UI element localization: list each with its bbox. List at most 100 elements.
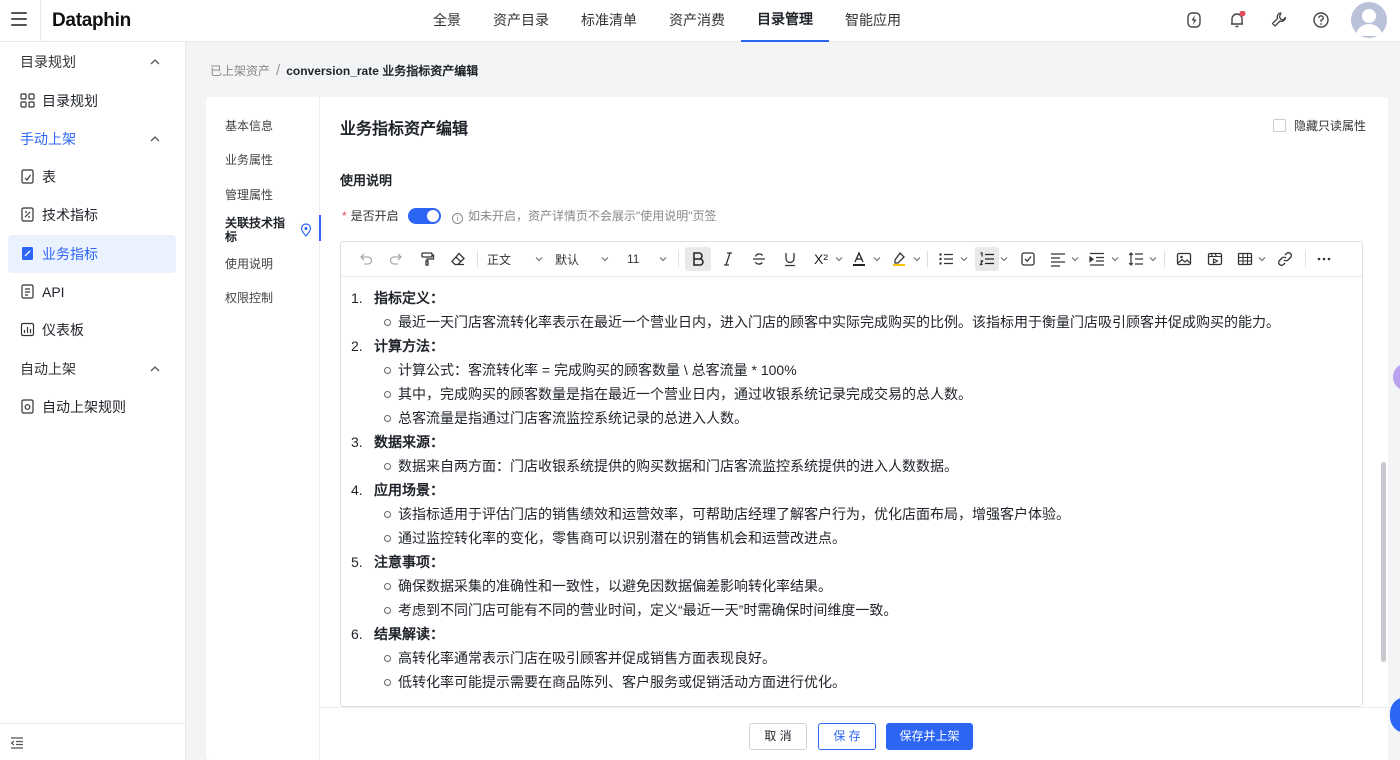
top-nav: 全景 资产目录 标准清单 资产消费 目录管理 智能应用	[417, 0, 917, 42]
list-item-title: 结果解读：	[374, 626, 444, 642]
bullet-list-icon[interactable]	[935, 250, 957, 268]
bullet-item: 低转化率可能提示需要在商品陈列、客户服务或促销活动方面进行优化。	[351, 670, 1352, 694]
anchor-management-attr[interactable]: 管理属性	[225, 188, 273, 202]
bullet-item: 该指标适用于评估门店的销售绩效和运营效率，可帮助店经理了解客户行为，优化店面布局…	[351, 502, 1352, 526]
chevron-down-icon	[960, 257, 968, 262]
sidebar-item-tech-metric[interactable]: 技术指标	[8, 196, 176, 234]
chevron-down-icon	[1258, 257, 1266, 262]
toolbar-divider	[927, 251, 928, 267]
checkbox-box[interactable]	[1273, 119, 1286, 132]
anchor-related-tech-metric[interactable]: 关联技术指标	[225, 216, 287, 244]
italic-icon[interactable]	[717, 250, 739, 268]
checklist-icon[interactable]	[1017, 250, 1039, 268]
table-icon[interactable]	[1234, 250, 1256, 268]
assistant-float-tab[interactable]	[1393, 363, 1400, 391]
sidebar-group-label: 自动上架	[20, 361, 76, 377]
sidebar-item-catalog-planning[interactable]: 目录规划	[8, 82, 176, 120]
nav-overview[interactable]: 全景	[417, 0, 477, 42]
sidebar-group-auto-listing[interactable]: 自动上架	[0, 350, 186, 388]
anchor-usage-notes[interactable]: 使用说明	[225, 257, 273, 271]
nav-catalog-management[interactable]: 目录管理	[741, 0, 829, 42]
page-scrollbar[interactable]	[1381, 462, 1386, 662]
sidebar-item-label: 业务指标	[42, 246, 98, 262]
superscript-label: X²	[814, 251, 828, 267]
font-color-icon[interactable]	[848, 250, 870, 268]
ordered-list-icon[interactable]	[975, 247, 999, 271]
switch-hint-text: 如未开启，资产详情页不会展示"使用说明"页签	[468, 209, 717, 223]
sidebar-item-api[interactable]: API	[8, 273, 176, 311]
image-icon[interactable]	[1173, 250, 1195, 268]
list-item: 5. 注意事项：	[351, 550, 1352, 574]
enable-toggle[interactable]	[408, 208, 441, 224]
save-button[interactable]: 保 存	[818, 723, 876, 750]
nav-standard-list[interactable]: 标准清单	[565, 0, 653, 42]
ordered-list: 1. 指标定义： 最近一天门店客流转化率表示在最近一个营业日内，进入门店的顾客中实…	[351, 286, 1352, 694]
divider	[40, 0, 41, 42]
redo-icon[interactable]	[385, 250, 407, 268]
sidebar-group-manual-listing[interactable]: 手动上架	[0, 120, 186, 158]
sidebar-item-business-metric[interactable]: 业务指标	[8, 235, 176, 273]
sidebar-item-dashboard[interactable]: 仪表板	[8, 311, 176, 349]
bullet-item: 考虑到不同门店可能有不同的营业时间，定义“最近一天”时需确保时间维度一致。	[351, 598, 1352, 622]
list-item: 4. 应用场景：	[351, 478, 1352, 502]
wrench-icon[interactable]	[1270, 11, 1288, 29]
anchor-basic-info[interactable]: 基本信息	[225, 119, 273, 133]
breadcrumb-parent[interactable]: 已上架资产	[210, 64, 270, 78]
hide-readonly-checkbox[interactable]: 隐藏只读属性	[1273, 117, 1366, 134]
format-painter-icon[interactable]	[416, 250, 438, 268]
chevron-down-icon	[835, 257, 843, 262]
undo-icon[interactable]	[355, 250, 377, 268]
save-and-publish-button[interactable]: 保存并上架	[886, 723, 973, 750]
sidebar-item-auto-rule[interactable]: 自动上架规则	[8, 388, 176, 426]
font-size-select[interactable]: 11	[627, 250, 677, 268]
font-family-value: 默认	[555, 252, 580, 267]
link-icon[interactable]	[1274, 250, 1296, 268]
logo[interactable]: Dataphin	[52, 10, 131, 32]
anchor-nav: 基本信息 业务属性 管理属性 关联技术指标 使用说明 权限控制	[206, 97, 321, 760]
nav-smart-apps[interactable]: 智能应用	[829, 0, 917, 42]
bell-icon[interactable]	[1228, 11, 1246, 29]
nav-asset-consumption[interactable]: 资产消费	[653, 0, 741, 42]
collapse-sidebar-icon[interactable]	[10, 736, 24, 750]
indent-icon[interactable]	[1086, 250, 1108, 268]
list-number: 2.	[351, 338, 363, 354]
chevron-down-icon	[1111, 257, 1119, 262]
help-icon[interactable]	[1312, 11, 1330, 29]
enable-switch-row: * 是否开启 i 如未开启，资产详情页不会展示"使用说明"页签	[342, 208, 717, 224]
chevron-down-icon	[873, 257, 881, 262]
sidebar-group-catalog-planning[interactable]: 目录规划	[0, 43, 186, 81]
superscript-button[interactable]: X²	[809, 250, 833, 268]
bold-icon[interactable]	[685, 247, 711, 271]
bullet-item: 其中，完成购买的顾客数量是指在最近一个营业日内，通过收银系统记录完成交易的总人数…	[351, 382, 1352, 406]
top-bar: Dataphin 全景 资产目录 标准清单 资产消费 目录管理 智能应用	[0, 0, 1400, 42]
help-float-button[interactable]	[1390, 697, 1400, 733]
toolbar-divider	[678, 251, 679, 267]
list-item: 6. 结果解读：	[351, 622, 1352, 646]
menu-icon[interactable]	[11, 12, 27, 26]
list-item-title: 计算方法：	[374, 338, 444, 354]
list-number: 4.	[351, 482, 363, 498]
align-left-icon[interactable]	[1047, 250, 1069, 268]
lightning-icon[interactable]	[1185, 11, 1203, 29]
nav-asset-catalog[interactable]: 资产目录	[477, 0, 565, 42]
list-item-title: 指标定义：	[374, 290, 444, 306]
sidebar-item-label: API	[42, 284, 65, 300]
avatar[interactable]	[1351, 2, 1387, 38]
editor-content[interactable]: 1. 指标定义： 最近一天门店客流转化率表示在最近一个营业日内，进入门店的顾客中实…	[351, 286, 1352, 694]
line-height-icon[interactable]	[1125, 250, 1147, 268]
strikethrough-icon[interactable]	[748, 250, 770, 268]
eraser-icon[interactable]	[447, 250, 469, 268]
breadcrumb: 已上架资产 / conversion_rate 业务指标资产编辑	[210, 62, 478, 79]
underline-icon[interactable]	[779, 250, 801, 268]
auto-rule-icon	[21, 399, 34, 414]
anchor-business-attr[interactable]: 业务属性	[225, 153, 273, 167]
chevron-down-icon	[659, 257, 667, 262]
cancel-button[interactable]: 取 消	[749, 723, 807, 750]
list-item-title: 应用场景：	[374, 482, 444, 498]
sidebar-group-label: 手动上架	[20, 131, 76, 147]
more-icon[interactable]	[1313, 250, 1335, 268]
anchor-permission-control[interactable]: 权限控制	[225, 291, 273, 305]
highlight-icon[interactable]	[888, 250, 910, 268]
sidebar-item-table[interactable]: 表	[8, 158, 176, 196]
video-icon[interactable]	[1204, 250, 1226, 268]
